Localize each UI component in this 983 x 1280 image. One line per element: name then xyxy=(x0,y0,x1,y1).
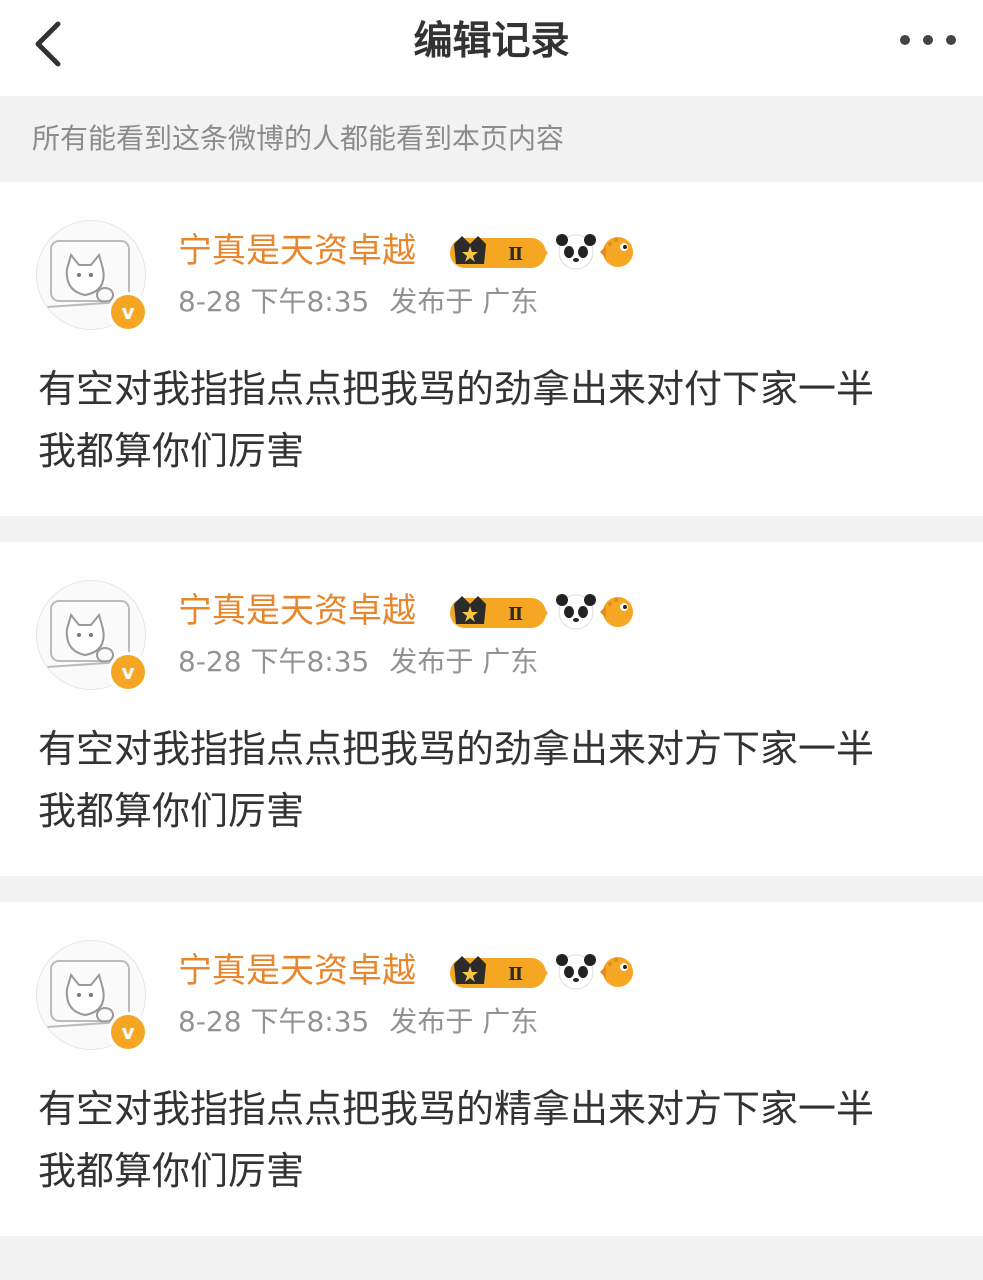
page-title: 编辑记录 xyxy=(413,19,570,64)
more-button[interactable] xyxy=(895,22,961,58)
post-meta: 8-28 下午8:35 发布于 广东 xyxy=(178,642,538,682)
post-text-line2: 我都算你们厉害 xyxy=(38,429,305,473)
verified-v-icon: v xyxy=(108,1012,148,1052)
post-content: 有空对我指指点点把我骂的劲拿出来对付下家一半 我都算你们厉害 xyxy=(38,358,938,482)
panda-icon xyxy=(556,954,596,990)
post-text-line1: 有空对我指指点点把我骂的劲拿出来对方下家一半 xyxy=(38,727,875,771)
badge-group: Ⅱ xyxy=(450,952,640,992)
edit-record-card: v 宁真是天资卓越 Ⅱ 8-28 下午8:35 发布于 广东 有空对我指指点点把… xyxy=(0,542,983,876)
pufferfish-icon xyxy=(600,597,633,627)
post-text-line1: 有空对我指指点点把我骂的精拿出来对方下家一半 xyxy=(38,1087,875,1131)
nav-bar: 编辑记录 xyxy=(0,0,983,96)
post-text-line1: 有空对我指指点点把我骂的劲拿出来对付下家一半 xyxy=(38,367,875,411)
post-time: 8-28 下午8:35 xyxy=(178,1005,370,1038)
post-meta: 8-28 下午8:35 发布于 广东 xyxy=(178,282,538,322)
badge-group: Ⅱ xyxy=(450,592,640,632)
post-time: 8-28 下午8:35 xyxy=(178,645,370,678)
post-content: 有空对我指指点点把我骂的劲拿出来对方下家一半 我都算你们厉害 xyxy=(38,718,938,842)
post-time: 8-28 下午8:35 xyxy=(178,285,370,318)
post-content: 有空对我指指点点把我骂的精拿出来对方下家一半 我都算你们厉害 xyxy=(38,1078,938,1202)
member-level: Ⅱ xyxy=(508,604,523,625)
member-crown-badge: Ⅱ xyxy=(450,596,548,628)
edit-record-card: v 宁真是天资卓越 Ⅱ 8-28 下午8:35 发布于 广东 有空对我指指点点把… xyxy=(0,182,983,516)
post-meta: 8-28 下午8:35 发布于 广东 xyxy=(178,1002,538,1042)
post-text-line2: 我都算你们厉害 xyxy=(38,1149,305,1193)
badge-group: Ⅱ xyxy=(450,232,640,272)
panda-icon xyxy=(556,594,596,630)
username[interactable]: 宁真是天资卓越 xyxy=(178,226,416,276)
post-location: 发布于 广东 xyxy=(389,1005,539,1038)
member-level: Ⅱ xyxy=(508,964,523,985)
edit-record-card: v 宁真是天资卓越 Ⅱ 8-28 下午8:35 发布于 广东 有空对我指指点点把… xyxy=(0,902,983,1236)
member-crown-badge: Ⅱ xyxy=(450,236,548,268)
member-level: Ⅱ xyxy=(508,244,523,265)
username[interactable]: 宁真是天资卓越 xyxy=(178,586,416,636)
pufferfish-icon xyxy=(600,237,633,267)
username[interactable]: 宁真是天资卓越 xyxy=(178,946,416,996)
pufferfish-icon xyxy=(600,957,633,987)
panda-icon xyxy=(556,234,596,270)
post-location: 发布于 广东 xyxy=(389,285,539,318)
verified-v-icon: v xyxy=(108,292,148,332)
verified-v-icon: v xyxy=(108,652,148,692)
member-crown-badge: Ⅱ xyxy=(450,956,548,988)
more-horizontal-icon xyxy=(900,35,956,45)
visibility-notice: 所有能看到这条微博的人都能看到本页内容 xyxy=(0,96,983,182)
post-location: 发布于 广东 xyxy=(389,645,539,678)
post-text-line2: 我都算你们厉害 xyxy=(38,789,305,833)
notice-text: 所有能看到这条微博的人都能看到本页内容 xyxy=(32,122,565,155)
